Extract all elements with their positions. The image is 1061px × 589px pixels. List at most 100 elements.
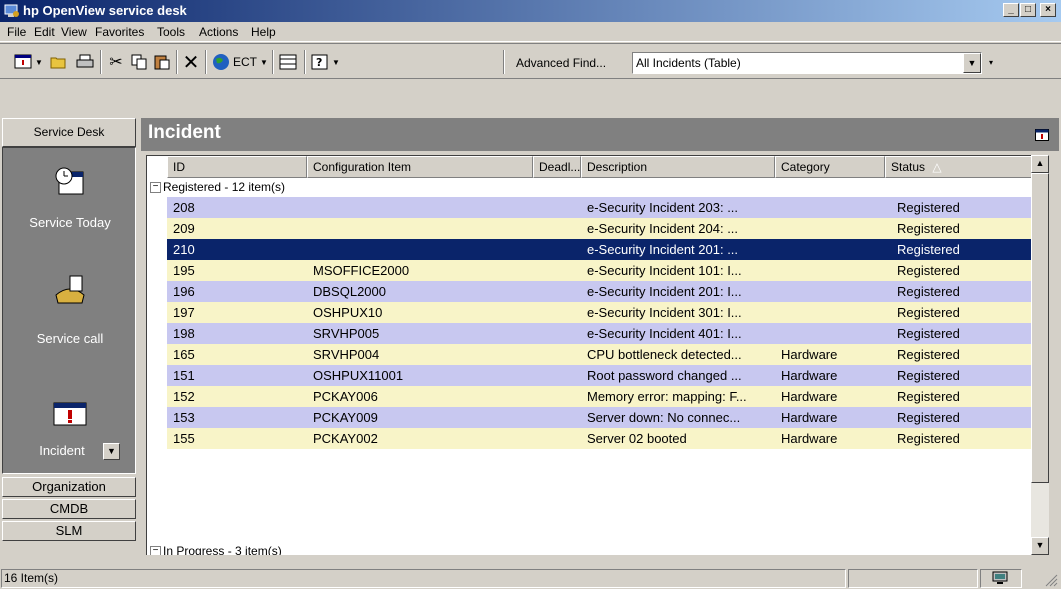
print-icon[interactable] (74, 51, 96, 73)
menu-favorites[interactable]: Favorites (95, 25, 144, 39)
table-row[interactable]: 198 SRVHP005 e-Security Incident 401: I...… (167, 323, 1031, 344)
svg-text:?: ? (316, 56, 322, 69)
menu-view[interactable]: View (61, 25, 87, 39)
table-row[interactable]: 153 PCKAY009 Server down: No connec... Hard… (167, 407, 1031, 428)
cell-description: e-Security Incident 201: ... (587, 242, 739, 257)
cell-description: e-Security Incident 203: ... (587, 200, 739, 215)
cell-status: Registered (897, 200, 960, 215)
cell-description: e-Security Incident 401: I... (587, 326, 742, 341)
cell-category: Hardware (781, 368, 838, 383)
column-header-id[interactable]: ID (167, 156, 307, 178)
cell-description: e-Security Incident 101: I... (587, 263, 742, 278)
ect-button[interactable]: ECT (231, 51, 259, 73)
cell-category: Hardware (781, 410, 838, 425)
column-header-status[interactable]: Status △ (885, 156, 1031, 178)
sidebar-button-organization[interactable]: Organization (2, 477, 136, 497)
scroll-thumb[interactable] (1031, 173, 1049, 483)
menu-actions[interactable]: Actions (199, 25, 238, 39)
panel-header: Incident (141, 118, 1059, 151)
incident-icon[interactable] (53, 402, 87, 426)
new-dropdown-icon[interactable]: ▼ (34, 51, 44, 73)
menu-tools[interactable]: Tools (157, 25, 185, 39)
sidebar-item-service-call[interactable]: Service call (3, 331, 137, 346)
help-icon[interactable]: ? (309, 51, 331, 73)
scroll-down-icon[interactable]: ▼ (1031, 537, 1049, 555)
paste-icon[interactable] (151, 51, 173, 73)
collapse-icon[interactable]: − (150, 182, 161, 193)
cell-category: Hardware (781, 431, 838, 446)
toolbar-overflow-icon[interactable]: ▾ (986, 51, 996, 73)
cell-status: Registered (897, 389, 960, 404)
incident-table: ID Configuration Item Deadl... Descripti… (146, 155, 1031, 555)
table-row[interactable]: 197 OSHPUX10 e-Security Incident 301: I...… (167, 302, 1031, 323)
advanced-find-button[interactable]: Advanced Find... (516, 56, 606, 70)
cell-ci: SRVHP004 (313, 347, 380, 362)
globe-icon[interactable] (210, 51, 232, 73)
view-selector-dropdown-icon[interactable]: ▼ (963, 53, 981, 73)
sidebar-button-slm[interactable]: SLM (2, 521, 136, 541)
menu-edit[interactable]: Edit (34, 25, 55, 39)
table-row[interactable]: 209 e-Security Incident 204: ... Registere… (167, 218, 1031, 239)
table-row[interactable]: 155 PCKAY002 Server 02 booted Hardware Regis… (167, 428, 1031, 449)
cell-description: Server 02 booted (587, 431, 687, 446)
maximize-button[interactable]: □ (1020, 3, 1036, 17)
form-view-icon[interactable] (277, 51, 299, 73)
minimize-button[interactable]: _ (1003, 3, 1019, 17)
cell-ci: MSOFFICE2000 (313, 263, 410, 278)
cell-status: Registered (897, 410, 960, 425)
table-row[interactable]: 196 DBSQL2000 e-Security Incident 201: I..… (167, 281, 1031, 302)
group-label: In Progress - 3 item(s) (163, 544, 282, 555)
scroll-up-icon[interactable]: ▲ (1031, 155, 1049, 173)
copy-icon[interactable] (128, 51, 150, 73)
status-bar: 16 Item(s) (0, 567, 1061, 589)
ect-dropdown-icon[interactable]: ▼ (259, 51, 269, 73)
cell-category: Hardware (781, 389, 838, 404)
cell-ci: PCKAY002 (313, 431, 378, 446)
table-row[interactable]: 152 PCKAY006 Memory error: mapping: F... Ha… (167, 386, 1031, 407)
cell-status: Registered (897, 263, 960, 278)
cell-id: 196 (173, 284, 195, 299)
collapse-icon[interactable]: − (150, 546, 161, 555)
status-pane-network (980, 569, 1022, 588)
service-today-icon[interactable] (53, 166, 87, 200)
table-row[interactable]: 195 MSOFFICE2000 e-Security Incident 101: … (167, 260, 1031, 281)
cell-description: e-Security Incident 301: I... (587, 305, 742, 320)
column-header-description[interactable]: Description (581, 156, 775, 178)
sidebar-header[interactable]: Service Desk (2, 118, 136, 147)
cell-id: 155 (173, 431, 195, 446)
close-button[interactable]: × (1040, 3, 1056, 17)
cell-status: Registered (897, 326, 960, 341)
new-incident-icon[interactable] (12, 51, 34, 73)
cell-id: 197 (173, 305, 195, 320)
open-folder-icon[interactable] (48, 51, 70, 73)
help-dropdown-icon[interactable]: ▼ (331, 51, 341, 73)
cut-icon[interactable]: ✂ (105, 51, 127, 73)
column-header-configuration-item[interactable]: Configuration Item (307, 156, 533, 178)
table-row[interactable]: 208 e-Security Incident 203: ... Registere… (167, 197, 1031, 218)
menu-file[interactable]: File (7, 25, 26, 39)
table-row[interactable]: 210 e-Security Incident 201: ... Registere… (167, 239, 1031, 260)
column-header-deadline[interactable]: Deadl... (533, 156, 581, 178)
group-row-registered[interactable]: − Registered - 12 item(s) (147, 178, 1031, 197)
menu-help[interactable]: Help (251, 25, 276, 39)
column-header-category[interactable]: Category (775, 156, 885, 178)
delete-icon[interactable]: ✕ (180, 51, 202, 74)
cell-ci: OSHPUX10 (313, 305, 383, 320)
table-row[interactable]: 151 OSHPUX11001 Root password changed ... H… (167, 365, 1031, 386)
panel-incident-icon[interactable] (1035, 129, 1049, 141)
sort-ascending-icon: △ (932, 160, 942, 174)
vertical-scrollbar[interactable]: ▲ ▼ (1031, 155, 1049, 555)
cell-status: Registered (897, 431, 960, 446)
group-row-in-progress[interactable]: − In Progress - 3 item(s) (147, 542, 1031, 555)
service-call-icon[interactable] (53, 273, 87, 307)
resize-grip-icon[interactable] (1044, 573, 1058, 587)
sidebar-button-cmdb[interactable]: CMDB (2, 499, 136, 519)
cell-ci: DBSQL2000 (313, 284, 386, 299)
panel-title: Incident (148, 122, 221, 143)
sidebar-item-service-today[interactable]: Service Today (3, 215, 137, 230)
table-row[interactable]: 165 SRVHP004 CPU bottleneck detected... Har… (167, 344, 1031, 365)
title-bar: hp OpenView service desk _ □ × (0, 0, 1061, 22)
view-selector[interactable]: All Incidents (Table) ▼ (632, 52, 982, 74)
incident-dropdown-icon[interactable]: ▼ (103, 443, 120, 460)
cell-description: Root password changed ... (587, 368, 742, 383)
